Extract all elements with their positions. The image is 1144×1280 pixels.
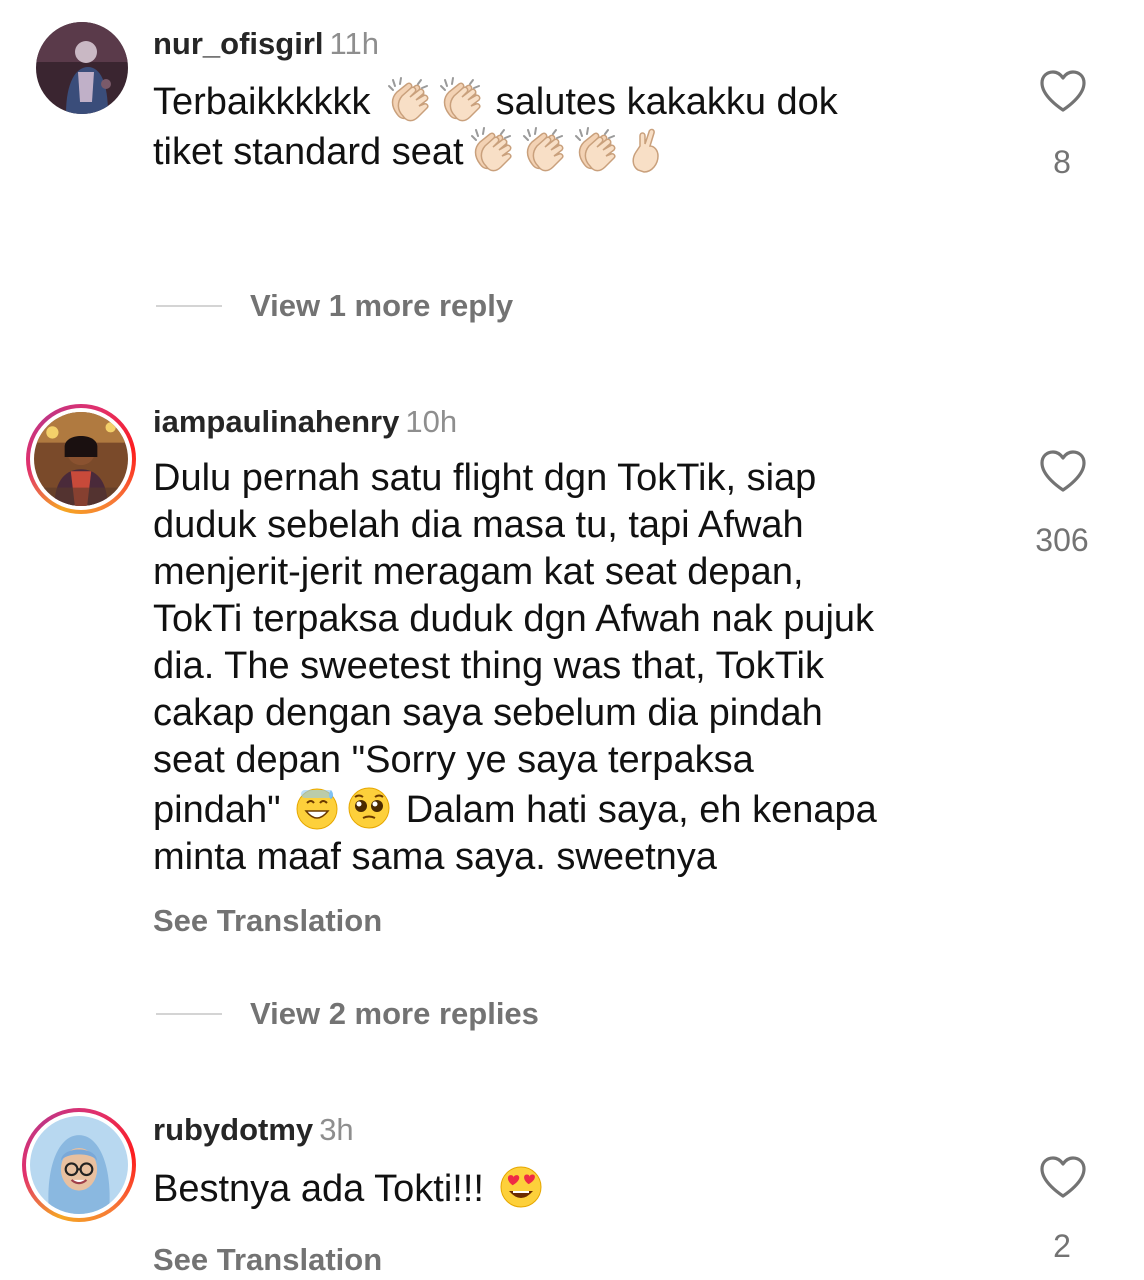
pleading-face-emoji xyxy=(345,784,393,832)
comment-text: Terbaikkkkkk salutes kakakku dok tiket s… xyxy=(153,76,973,176)
grinning-sweat-face-emoji xyxy=(293,784,341,832)
comment-text-line: duduk sebelah dia masa tu, tapi Afwah xyxy=(153,504,804,546)
comment-text-line: cakap dengan saya sebelum dia pindah xyxy=(153,692,823,734)
comment-text-segment: salutes kakakku dok xyxy=(485,81,838,123)
comment-text-line: Dulu pernah satu flight dgn TokTik, siap xyxy=(153,457,817,499)
avatar[interactable] xyxy=(22,1108,136,1222)
username[interactable]: iampaulinahenry xyxy=(153,404,399,439)
comment-text-line: TokTi terpaksa duduk dgn Afwah nak pujuk xyxy=(153,598,875,640)
clapping-hands-emoji xyxy=(383,76,431,124)
comment-text-segment: pindah" xyxy=(153,789,292,831)
avatar[interactable] xyxy=(26,404,136,514)
view-replies-label: View 1 more reply xyxy=(250,288,514,323)
avatar-image xyxy=(36,22,128,114)
like-heart-icon[interactable] xyxy=(1038,68,1088,114)
see-translation-link[interactable]: See Translation xyxy=(153,1242,382,1278)
like-count: 2 xyxy=(1053,1228,1071,1264)
like-count: 8 xyxy=(1053,144,1071,180)
avatar-ring-gap xyxy=(26,1112,132,1218)
reply-divider xyxy=(156,305,222,307)
timestamp: 3h xyxy=(319,1112,354,1147)
clapping-hands-emoji xyxy=(518,126,566,174)
timestamp: 10h xyxy=(405,404,458,439)
timestamp: 11h xyxy=(329,26,379,61)
see-translation-link[interactable]: See Translation xyxy=(153,903,382,939)
comment-header: rubydotmy 3h xyxy=(153,1112,354,1148)
comment-text-segment: Bestnya ada Tokti!!! xyxy=(153,1168,495,1210)
crossed-fingers-emoji xyxy=(622,126,670,174)
comment-text-line: minta maaf sama saya. sweetnya xyxy=(153,836,717,878)
comment-text: Bestnya ada Tokti!!! xyxy=(153,1163,973,1213)
heart-eyes-face-emoji xyxy=(497,1163,545,1211)
view-more-replies-button[interactable]: View 2 more replies xyxy=(156,994,539,1034)
avatar-image xyxy=(34,412,128,506)
like-heart-icon[interactable] xyxy=(1038,1154,1088,1200)
clapping-hands-emoji xyxy=(466,126,514,174)
avatar-ring-gap xyxy=(30,408,132,510)
like-heart-icon[interactable] xyxy=(1038,448,1088,494)
comment-text-line: dia. The sweetest thing was that, TokTik xyxy=(153,645,824,687)
username[interactable]: nur_ofisgirl xyxy=(153,26,324,61)
comment-text-segment: Terbaikkkkkk xyxy=(153,81,382,123)
clapping-hands-emoji xyxy=(570,126,618,174)
avatar-image xyxy=(30,1116,128,1214)
comment-text-line: seat depan "Sorry ye saya terpaksa xyxy=(153,739,754,781)
comment-text: Dulu pernah satu flight dgn TokTik, siap… xyxy=(153,455,973,881)
comment-header: nur_ofisgirl 11h xyxy=(153,26,379,62)
username[interactable]: rubydotmy xyxy=(153,1112,313,1147)
like-count: 306 xyxy=(1035,522,1089,558)
clapping-hands-emoji xyxy=(435,76,483,124)
comment-text-segment: Dalam hati saya, eh kenapa xyxy=(395,789,877,831)
view-more-replies-button[interactable]: View 1 more reply xyxy=(156,286,513,326)
reply-divider xyxy=(156,1013,222,1015)
comment-text-line: menjerit-jerit meragam kat seat depan, xyxy=(153,551,804,593)
comment-text-segment: tiket standard seat xyxy=(153,131,464,173)
comment-header: iampaulinahenry 10h xyxy=(153,404,457,440)
view-replies-label: View 2 more replies xyxy=(250,996,539,1031)
avatar[interactable] xyxy=(36,22,128,114)
